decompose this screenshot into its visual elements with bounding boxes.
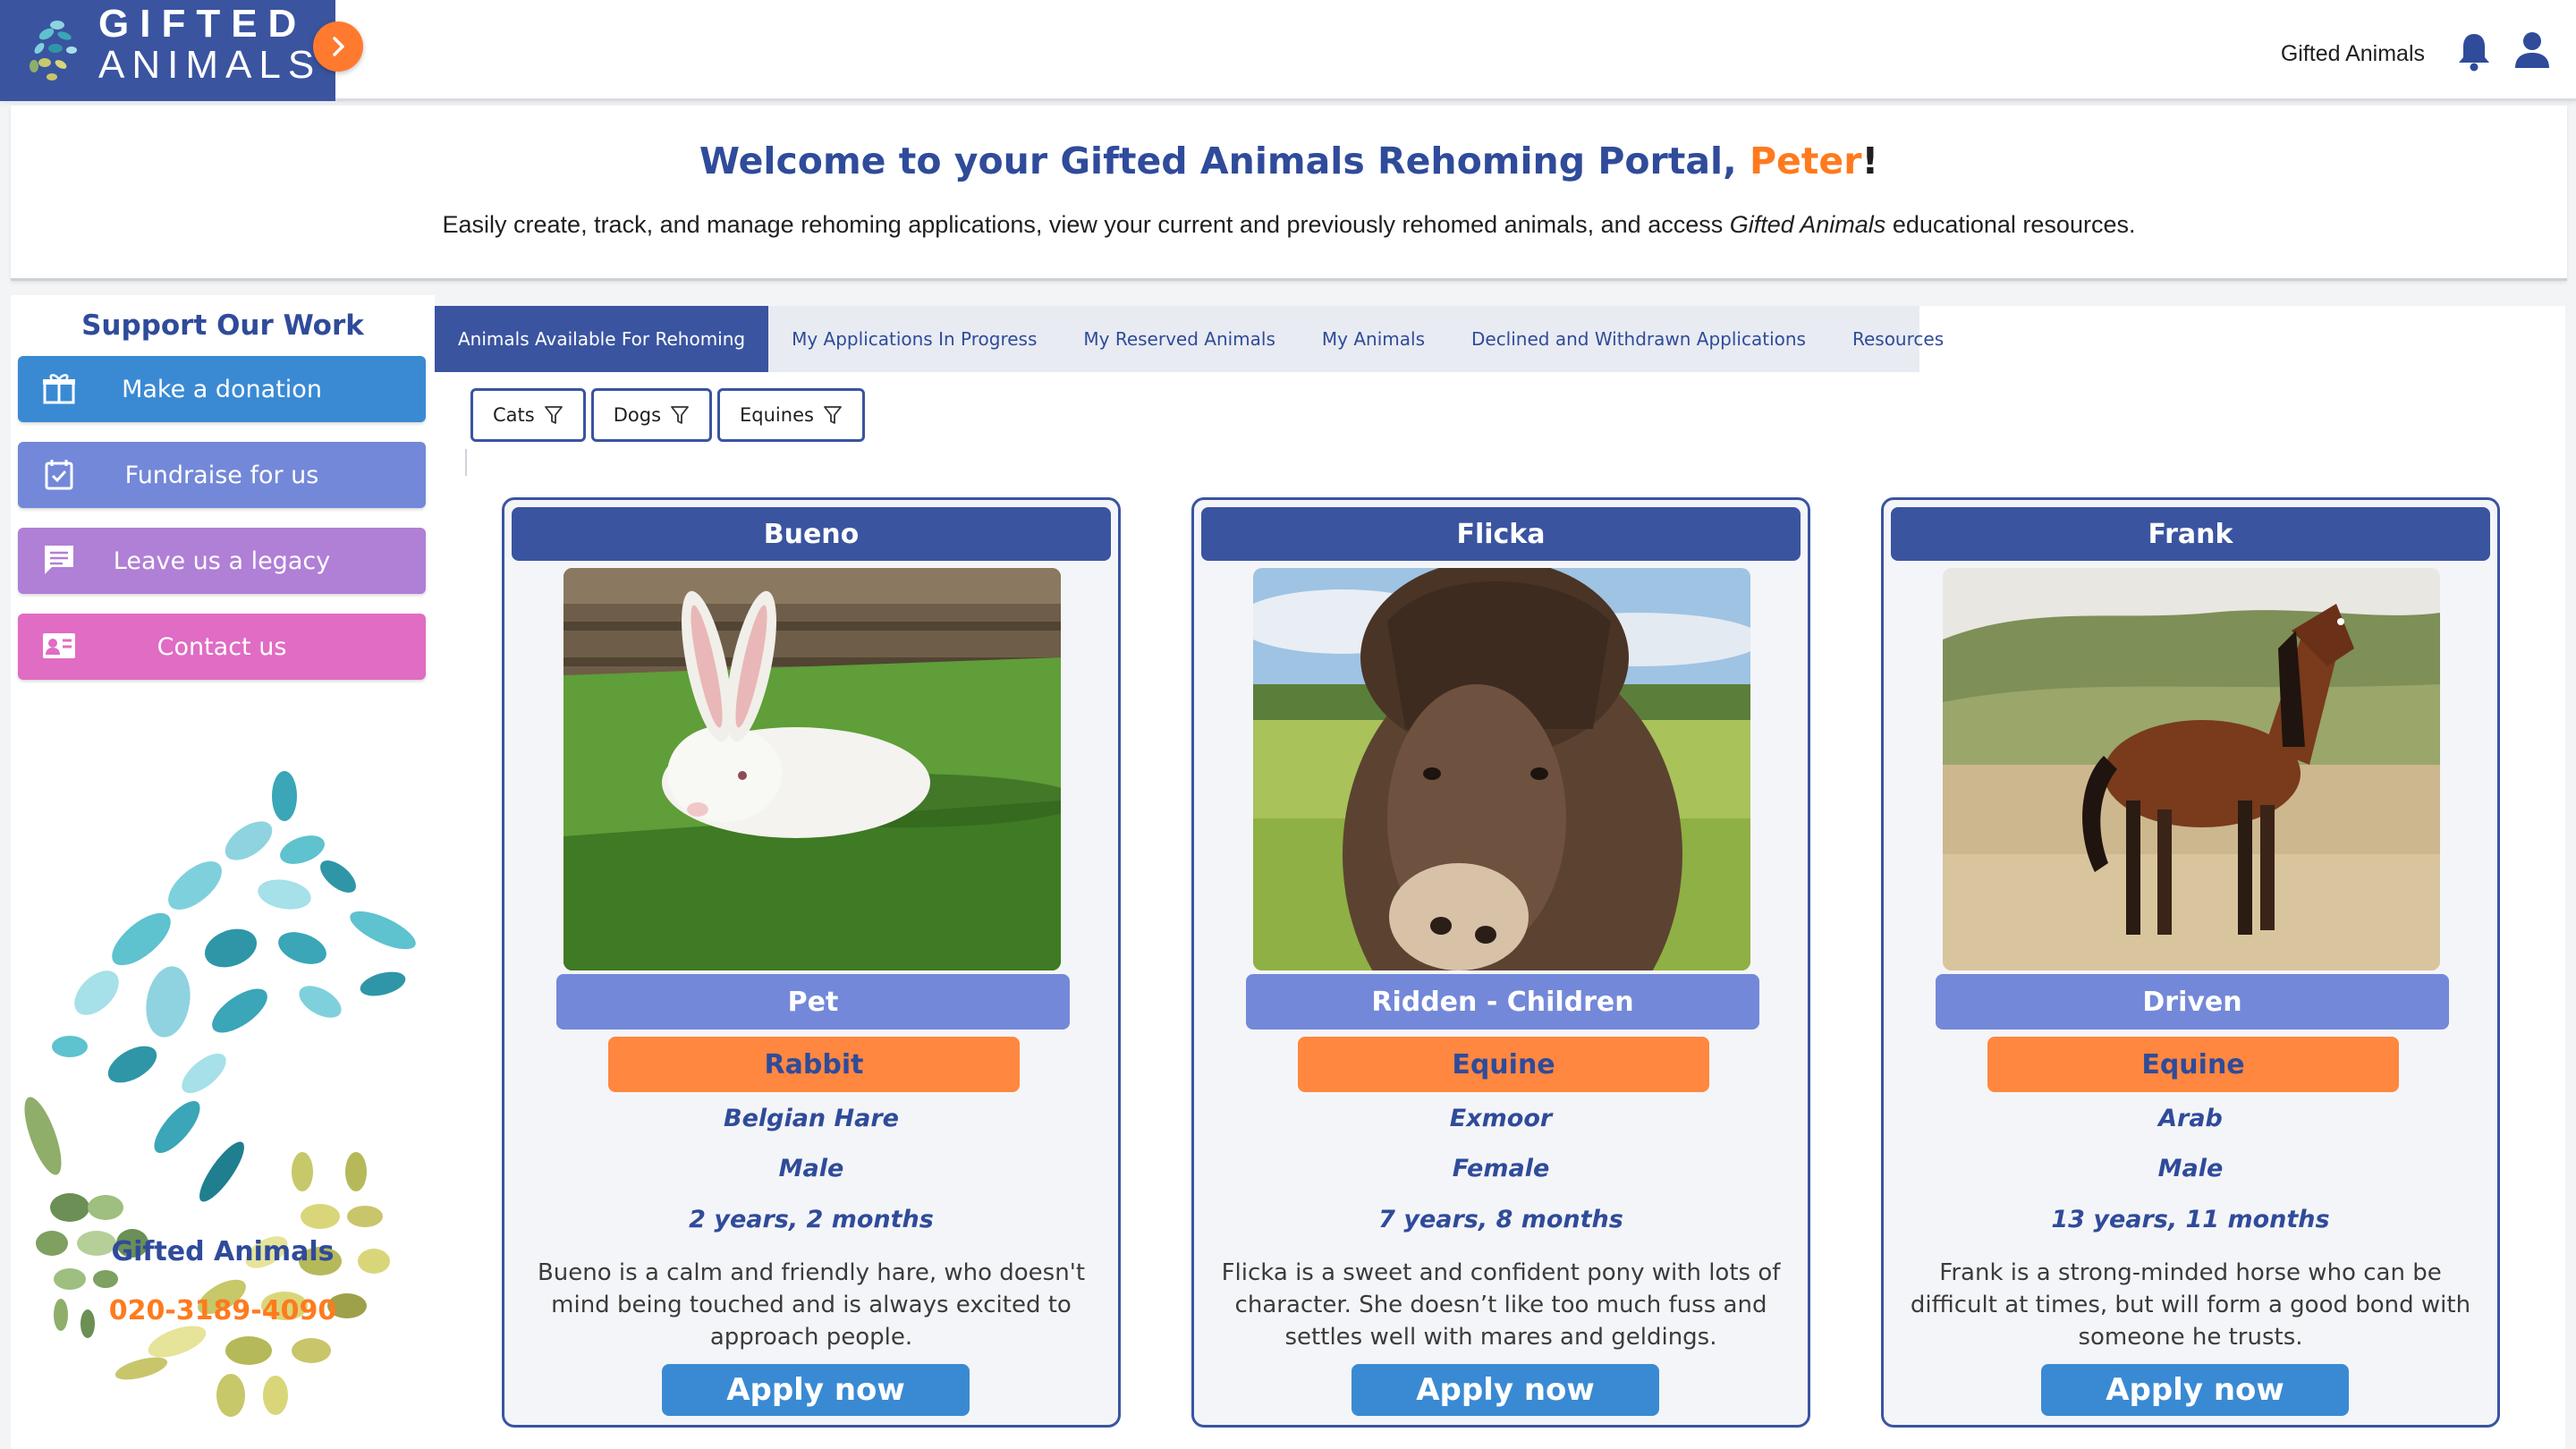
animal-description: Flicka is a sweet and confident pony wit… xyxy=(1221,1259,1781,1351)
rabbit-photo xyxy=(564,568,1061,970)
animal-breed: Exmoor xyxy=(1449,1105,1553,1132)
filter-dogs-label: Dogs xyxy=(613,404,662,426)
apply-now-button[interactable]: Apply now xyxy=(662,1364,970,1416)
horse-photo xyxy=(1943,568,2440,970)
sidebar-phone[interactable]: 020-3189-4090 xyxy=(11,1295,435,1326)
animal-species-badge: Rabbit xyxy=(608,1037,1020,1092)
animal-breed: Belgian Hare xyxy=(723,1105,899,1132)
animal-role-badge: Driven xyxy=(1936,974,2449,1030)
animal-name: Bueno xyxy=(512,507,1111,561)
contact-card-icon xyxy=(43,633,75,658)
welcome-user-name: Peter xyxy=(1749,140,1862,182)
filter-equines-button[interactable]: Equines xyxy=(717,388,865,442)
message-icon xyxy=(45,546,73,574)
tab-bar: Animals Available For Rehoming My Applic… xyxy=(435,306,1944,372)
contact-us-label: Contact us xyxy=(157,632,287,661)
welcome-title: Welcome to your Gifted Animals Rehoming … xyxy=(11,140,2567,182)
filter-icon xyxy=(544,406,563,424)
animal-photo[interactable] xyxy=(1943,568,2440,970)
user-icon[interactable] xyxy=(2513,30,2551,70)
animal-breed: Arab xyxy=(2158,1105,2223,1132)
leave-legacy-button[interactable]: Leave us a legacy xyxy=(18,528,426,594)
logo-text-line2: ANIMALS xyxy=(98,43,322,87)
animal-age: 7 years, 8 months xyxy=(1378,1206,1623,1233)
logo-text-line1: GIFTED xyxy=(98,2,308,46)
bell-icon[interactable] xyxy=(2454,30,2494,72)
pony-photo xyxy=(1253,568,1750,970)
filter-cats-label: Cats xyxy=(493,404,535,426)
filter-dogs-button[interactable]: Dogs xyxy=(590,388,713,442)
welcome-subtitle-part1: Easily create, track, and manage rehomin… xyxy=(442,211,1730,238)
tab-applications-in-progress[interactable]: My Applications In Progress xyxy=(768,306,1060,372)
animal-species-badge: Equine xyxy=(1987,1037,2399,1092)
logo-mark-icon xyxy=(30,21,77,80)
apply-now-button[interactable]: Apply now xyxy=(1352,1364,1659,1416)
logo[interactable]: GIFTED ANIMALS xyxy=(0,0,335,101)
sidebar-toggle-button[interactable] xyxy=(313,21,363,72)
apply-now-button[interactable]: Apply now xyxy=(2041,1364,2349,1416)
tab-declined-withdrawn[interactable]: Declined and Withdrawn Applications xyxy=(1448,306,1829,372)
chevron-right-icon xyxy=(333,37,344,56)
animal-species-badge: Equine xyxy=(1298,1037,1709,1092)
animal-age: 13 years, 11 months xyxy=(2051,1206,2330,1233)
tab-resources[interactable]: Resources xyxy=(1829,306,1967,372)
gift-icon xyxy=(43,374,75,404)
animal-description: Bueno is a calm and friendly hare, who d… xyxy=(537,1259,1086,1351)
animal-description: Frank is a strong-minded horse who can b… xyxy=(1910,1259,2471,1351)
calendar-check-icon xyxy=(45,460,73,490)
left-sidebar: Support Our Work Make a donation Fundrai… xyxy=(11,295,435,1449)
gifted-animals-artwork xyxy=(24,771,416,1417)
contact-us-button[interactable]: Contact us xyxy=(18,614,426,680)
welcome-title-suffix: ! xyxy=(1861,140,1879,182)
welcome-subtitle-part2: educational resources. xyxy=(1885,211,2136,238)
animal-age: 2 years, 2 months xyxy=(689,1206,934,1233)
main-content: Animals Available For Rehoming My Applic… xyxy=(435,306,2565,1449)
make-donation-button[interactable]: Make a donation xyxy=(18,356,426,422)
welcome-subtitle-emphasis: Gifted Animals xyxy=(1729,211,1886,238)
welcome-title-prefix: Welcome to your Gifted Animals Rehoming … xyxy=(699,140,1750,182)
top-bar: GIFTED ANIMALS Gifted Animals xyxy=(0,0,2576,101)
divider xyxy=(465,449,467,476)
filter-equines-label: Equines xyxy=(740,404,814,426)
animal-role-badge: Ridden - Children xyxy=(1246,974,1759,1030)
filter-icon xyxy=(671,406,689,424)
animal-card: Flicka Ridden - Children Equine Exmoor F… xyxy=(1191,497,1810,1428)
animal-photo[interactable] xyxy=(564,568,1061,970)
fundraise-button[interactable]: Fundraise for us xyxy=(18,442,426,508)
filter-bar: Cats Dogs Equines xyxy=(470,388,865,442)
tab-my-animals[interactable]: My Animals xyxy=(1299,306,1448,372)
animal-role-badge: Pet xyxy=(556,974,1070,1030)
make-donation-label: Make a donation xyxy=(122,375,322,403)
tab-available-for-rehoming[interactable]: Animals Available For Rehoming xyxy=(435,306,769,372)
fundraise-label: Fundraise for us xyxy=(124,461,319,489)
support-title: Support Our Work xyxy=(81,309,364,342)
animal-sex: Male xyxy=(778,1155,844,1182)
header-org-name: Gifted Animals xyxy=(2280,41,2425,66)
tab-reserved-animals[interactable]: My Reserved Animals xyxy=(1060,306,1299,372)
animal-sex: Male xyxy=(2157,1155,2224,1182)
animal-name: Flicka xyxy=(1201,507,1801,561)
welcome-panel: Welcome to your Gifted Animals Rehoming … xyxy=(11,106,2567,281)
leave-legacy-label: Leave us a legacy xyxy=(113,547,331,575)
animal-card: Bueno Pet Rabbit Belgian Hare Male 2 yea… xyxy=(502,497,1121,1428)
welcome-subtitle: Easily create, track, and manage rehomin… xyxy=(11,211,2567,239)
sidebar-org-name: Gifted Animals xyxy=(111,1236,335,1267)
animal-name: Frank xyxy=(1891,507,2490,561)
animal-photo[interactable] xyxy=(1253,568,1750,970)
animal-sex: Female xyxy=(1452,1155,1550,1182)
animal-card: Frank Driven Equine Arab Male 13 years, … xyxy=(1881,497,2500,1428)
filter-icon xyxy=(824,406,842,424)
filter-cats-button[interactable]: Cats xyxy=(470,388,586,442)
